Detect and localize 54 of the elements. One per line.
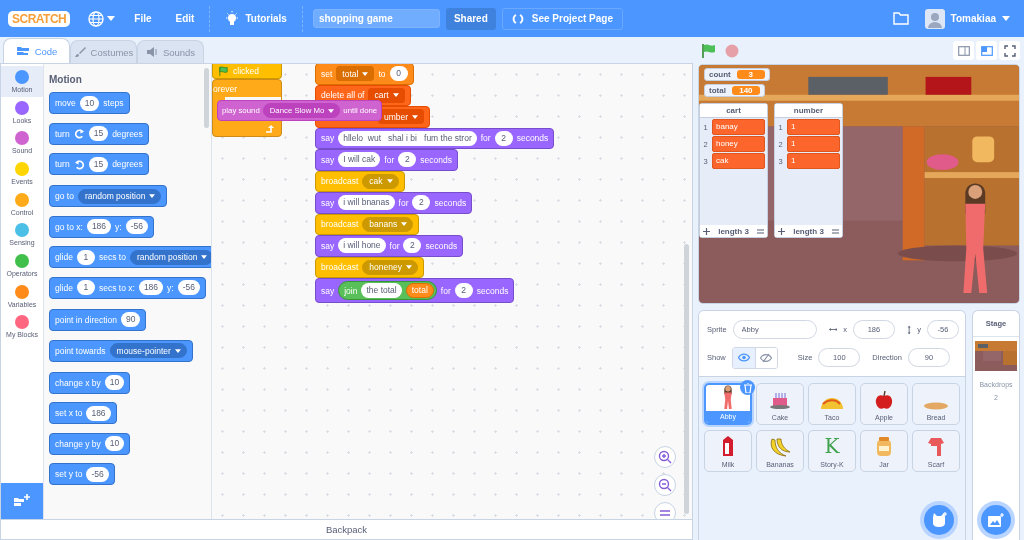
block-label: broadcast: [321, 262, 359, 273]
block-label: move: [55, 98, 76, 108]
block-label: degrees: [112, 128, 143, 139]
block-label: seconds: [434, 197, 467, 208]
block-label: glide: [55, 282, 73, 293]
block-label: turn: [55, 159, 70, 170]
block-label: join: [344, 285, 358, 296]
block-label: point in direction: [55, 314, 117, 325]
block-label: y:: [115, 221, 122, 232]
list-title: cart: [700, 104, 767, 118]
block-label: for: [384, 154, 395, 165]
monitor-value: 140: [731, 86, 760, 95]
block-label: set x to: [55, 408, 83, 419]
category-heading: Motion: [49, 74, 83, 85]
monitor-label: count: [709, 70, 731, 79]
list-title: number: [775, 104, 842, 118]
block-label: set y to: [55, 469, 83, 480]
block-label: point towards: [55, 345, 106, 356]
block-label: seconds: [420, 154, 452, 165]
block-label: change y by: [55, 438, 101, 449]
block-label: for: [480, 133, 491, 144]
list-length: length 3: [793, 226, 824, 236]
block-label: for: [389, 240, 400, 251]
block-label: secs to: [98, 252, 126, 263]
block-label: broadcast: [321, 219, 359, 230]
block-label: y:: [167, 282, 174, 293]
block-label: clicked: [233, 66, 259, 76]
list-length: length 3: [718, 226, 749, 236]
block-label: say: [321, 285, 335, 296]
block-label: say: [321, 240, 335, 251]
block-label: seconds: [425, 240, 458, 251]
monitor-value: 3: [736, 70, 765, 79]
block-label: say: [321, 133, 335, 144]
block-label: say: [321, 197, 335, 208]
monitor-label: total: [709, 86, 726, 95]
block-label: delete all of: [321, 90, 365, 101]
block-label: secs to x:: [98, 282, 135, 293]
block-label: glide: [55, 252, 73, 263]
block-label: go to x:: [55, 221, 83, 232]
block-label: broadcast: [321, 176, 359, 187]
block-label: say: [321, 154, 335, 165]
block-label: steps: [103, 98, 124, 108]
block-label: change x by: [55, 377, 101, 388]
block-label: for: [398, 197, 409, 208]
block-label: orever: [213, 83, 238, 94]
block-label: go to: [55, 191, 74, 202]
block-label: set: [321, 68, 333, 79]
block-label: for: [440, 285, 451, 296]
block-label: turn: [55, 128, 70, 139]
block-label: to: [378, 68, 386, 79]
block-label: seconds: [476, 285, 509, 296]
block-label: seconds: [516, 133, 549, 144]
letter-icon: K: [824, 435, 840, 457]
block-label: degrees: [112, 159, 143, 170]
